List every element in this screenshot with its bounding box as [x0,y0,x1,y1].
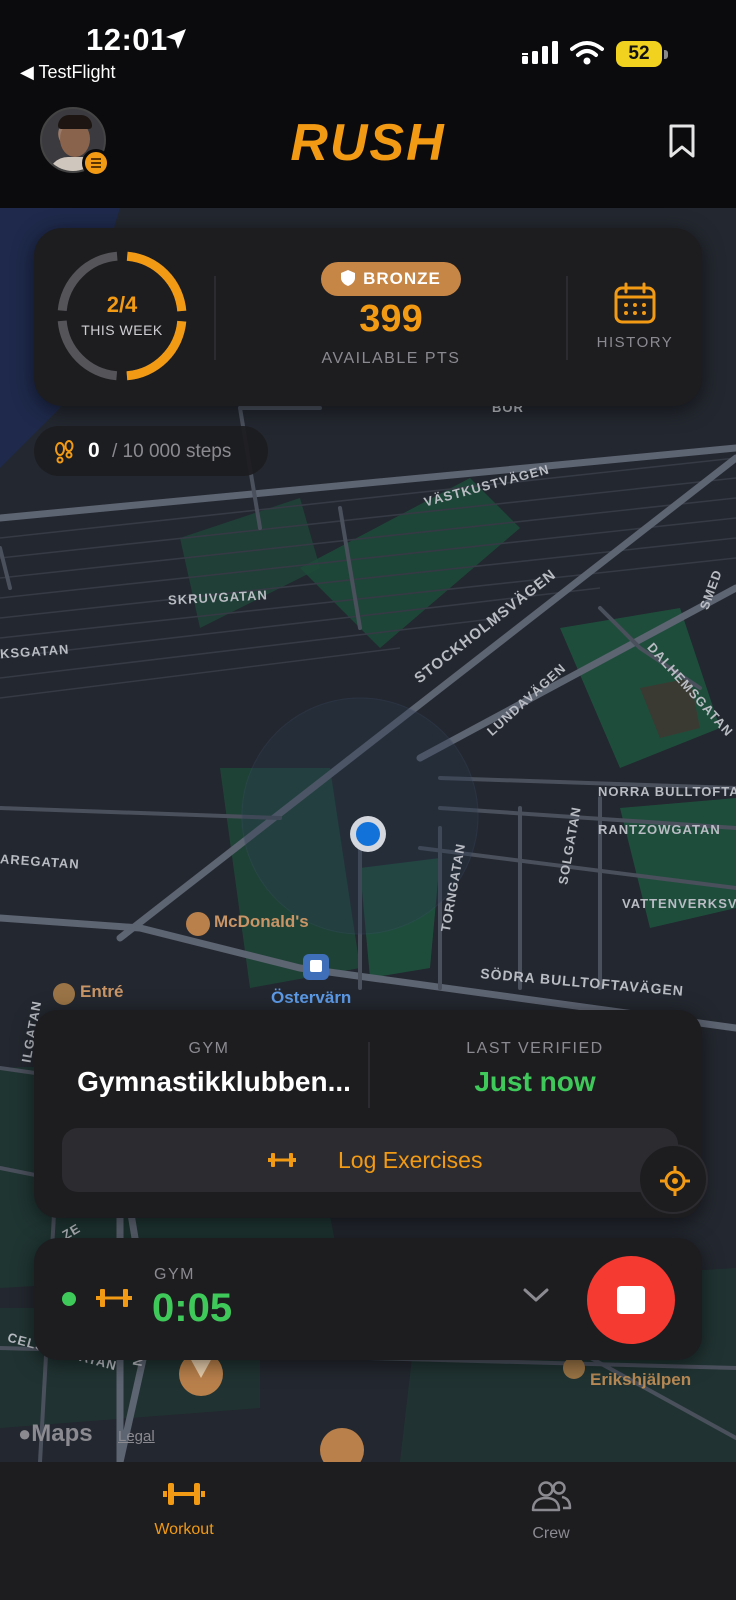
stop-icon [617,1286,645,1314]
dumbbell-icon [96,1289,132,1307]
divider [566,276,568,360]
bookmark-icon[interactable] [668,123,696,159]
shield-icon [341,270,356,286]
crosshair-icon [660,1166,690,1196]
chevron-down-icon[interactable] [522,1286,550,1304]
dumbbell-icon [268,1153,296,1167]
apple-maps-logo: ●Maps [18,1420,93,1447]
app-logo: RUSH [290,114,446,172]
poi-erikshjalpen[interactable]: Erikshjälpen [590,1370,691,1390]
calendar-icon[interactable] [614,282,656,324]
app-header: RUSH [0,95,736,208]
steps-counter: 0 / 10 000 steps [34,426,268,476]
poi-entre[interactable]: Entré [80,982,123,1002]
maps-attribution: Maps [31,1420,93,1447]
recenter-location-button[interactable] [638,1144,708,1214]
street-label: RANTZOWGATAN [598,822,721,837]
tier-label: BRONZE [363,269,441,288]
weekly-progress-value: 2/4 [106,292,138,317]
street-label: NORRA BULLTOFTA [598,784,736,799]
divider [214,276,216,360]
workout-timer: 0:05 [152,1286,233,1330]
gym-label: GYM [188,1040,230,1057]
dumbbell-icon [163,1483,205,1505]
log-exercises-button[interactable]: Log Exercises [62,1128,678,1192]
tab-workout[interactable]: Workout [84,1480,284,1539]
tab-workout-label: Workout [154,1521,214,1538]
stop-workout-button[interactable] [587,1256,675,1344]
available-points-value: 399 [359,298,423,340]
tab-crew-label: Crew [532,1525,570,1542]
battery-indicator: 52 [616,41,662,67]
gym-name: Gymnastikklubben... [77,1066,351,1097]
live-indicator [62,1292,76,1306]
legal-link[interactable]: Legal [118,1428,155,1445]
last-verified-value: Just now [474,1066,596,1097]
status-bar: 12:01 ◀ TestFlight 52 [0,0,736,95]
workout-type: GYM [154,1266,195,1283]
last-verified-label: LAST VERIFIED [466,1040,604,1057]
gym-card: GYM Gymnastikklubben... LAST VERIFIED Ju… [34,1010,702,1218]
location-arrow-icon [166,29,186,49]
active-workout-card[interactable]: GYM 0:05 [34,1238,702,1360]
tab-bar: Workout Crew [0,1462,736,1600]
battery-nub [664,50,668,59]
tier-badge: BRONZE [321,262,461,296]
points-summary-card: 2/4 THIS WEEK BRONZE 399 AVAILABLE PTS H… [34,228,702,406]
poi-mcdonalds[interactable]: McDonald's [214,912,309,932]
street-label: VATTENVERKSV [622,896,736,911]
tab-crew[interactable]: Crew [451,1480,651,1543]
people-icon [531,1481,572,1512]
weekly-progress-label: THIS WEEK [81,322,163,338]
footsteps-icon [55,440,74,464]
cellular-signal-icon [522,41,558,64]
available-points-label: AVAILABLE PTS [321,350,461,367]
back-to-testflight-link[interactable]: ◀ TestFlight [20,62,116,83]
steps-count: 0 [88,439,100,462]
poi-ostervarn[interactable]: Östervärn [271,988,351,1008]
wifi-icon [570,41,604,65]
log-exercises-label: Log Exercises [338,1147,483,1173]
steps-goal: / 10 000 steps [112,441,232,462]
history-button[interactable]: HISTORY [574,334,696,351]
status-time: 12:01 [86,22,168,57]
